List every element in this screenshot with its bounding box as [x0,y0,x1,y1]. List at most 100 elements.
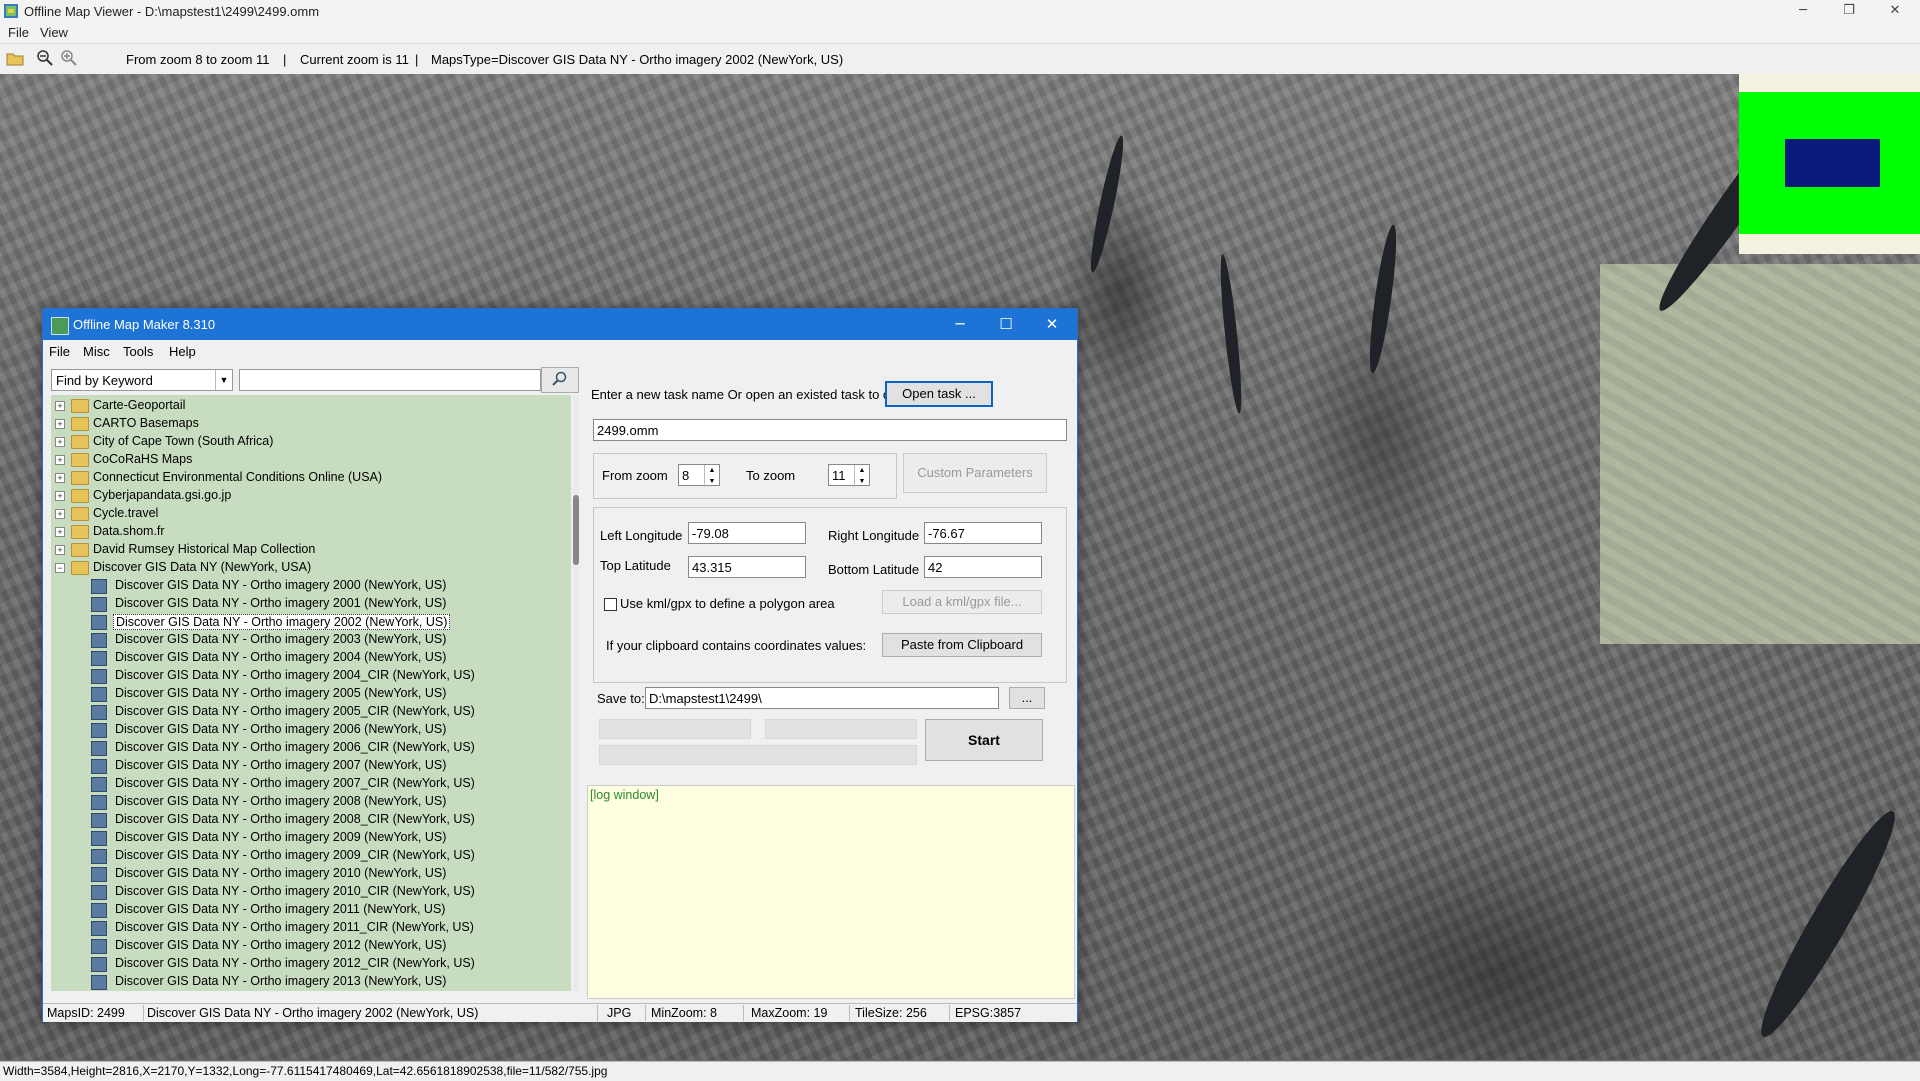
tree-scrollbar[interactable] [573,395,579,991]
tree-map-item[interactable]: Discover GIS Data NY - Ortho imagery 200… [53,811,563,829]
tree-map-item[interactable]: Discover GIS Data NY - Ortho imagery 201… [53,937,563,955]
dialog-menu-misc[interactable]: Misc [83,344,110,359]
viewer-toolbar: From zoom 8 to zoom 11 | Current zoom is… [0,43,1920,75]
zoom-out-icon[interactable] [36,49,54,67]
tree-map-item[interactable]: Discover GIS Data NY - Ortho imagery 201… [53,973,563,991]
minimize-button[interactable]: ─ [1780,0,1826,23]
from-zoom-stepper[interactable]: 8 ▲ ▼ [678,464,720,487]
task-name-input[interactable]: 2499.omm [593,419,1067,441]
load-kml-button[interactable]: Load a kml/gpx file... [882,590,1042,614]
tree-map-item[interactable]: Discover GIS Data NY - Ortho imagery 200… [53,829,563,847]
tree-map-item[interactable]: Discover GIS Data NY - Ortho imagery 200… [53,721,563,739]
bottom-latitude-input[interactable]: 42 [924,556,1042,578]
tree-map-item[interactable]: Discover GIS Data NY - Ortho imagery 200… [53,793,563,811]
expand-icon[interactable]: + [55,527,65,537]
map-source-icon [91,705,107,720]
tree-folder[interactable]: + City of Cape Town (South Africa) [53,433,563,451]
tree-map-item[interactable]: Discover GIS Data NY - Ortho imagery 200… [53,595,563,613]
progress-bar-1 [599,719,751,739]
to-zoom-label: To zoom [746,468,796,483]
expand-icon[interactable]: + [55,401,65,411]
menu-view[interactable]: View [40,25,68,40]
tree-map-item[interactable]: Discover GIS Data NY - Ortho imagery 201… [53,901,563,919]
browse-button[interactable]: ... [1009,687,1045,709]
dialog-menu-tools[interactable]: Tools [123,344,153,359]
expand-icon[interactable]: + [55,473,65,483]
tree-folder[interactable]: + Data.shom.fr [53,523,563,541]
tree-map-item[interactable]: Discover GIS Data NY - Ortho imagery 200… [53,739,563,757]
right-longitude-input[interactable]: -76.67 [924,522,1042,544]
tree-map-item[interactable]: Discover GIS Data NY - Ortho imagery 201… [53,865,563,883]
dialog-menu-help[interactable]: Help [169,344,196,359]
to-zoom-stepper[interactable]: 11 ▲ ▼ [828,464,870,487]
zoom-in-icon[interactable] [60,49,78,67]
map-source-icon [91,759,107,774]
paste-clipboard-button[interactable]: Paste from Clipboard [882,633,1042,657]
maps-tree[interactable]: + Carte-Geoportail + CARTO Basemaps + City of… [51,395,571,991]
menu-file[interactable]: File [8,25,29,40]
open-folder-icon[interactable] [6,49,24,67]
tree-folder[interactable]: + Cyberjapandata.gsi.go.jp [53,487,563,505]
minimap-viewport[interactable] [1785,139,1880,187]
folder-icon [71,507,89,521]
tree-map-item[interactable]: Discover GIS Data NY - Ortho imagery 200… [53,685,563,703]
search-mode-select[interactable]: Find by Keyword ▼ [51,369,233,391]
folder-icon [71,525,89,539]
log-window[interactable]: [log window] [587,785,1075,999]
tree-map-item[interactable]: Discover GIS Data NY - Ortho imagery 200… [53,703,563,721]
tree-map-item[interactable]: Discover GIS Data NY - Ortho imagery 201… [53,919,563,937]
tree-folder[interactable]: + Connecticut Environmental Conditions On… [53,469,563,487]
dialog-menu-file[interactable]: File [49,344,70,359]
tree-folder[interactable]: + Carte-Geoportail [53,397,563,415]
tree-map-item[interactable]: Discover GIS Data NY - Ortho imagery 201… [53,955,563,973]
stepper-arrows-icon[interactable]: ▲ ▼ [854,465,869,487]
tree-map-label: Discover GIS Data NY - Ortho imagery 201… [115,920,474,934]
stepper-arrows-icon[interactable]: ▲ ▼ [704,465,719,487]
keyword-search-input[interactable] [239,369,541,391]
tree-map-label: Discover GIS Data NY - Ortho imagery 200… [113,614,451,630]
tree-map-item[interactable]: Discover GIS Data NY - Ortho imagery 200… [53,631,563,649]
expand-icon[interactable]: + [55,455,65,465]
dialog-close-button[interactable]: ✕ [1029,309,1075,340]
separator [597,1005,598,1021]
tree-map-item[interactable]: Discover GIS Data NY - Ortho imagery 201… [53,883,563,901]
expand-icon[interactable]: + [55,509,65,519]
zoom-range-text: From zoom 8 to zoom 11 [126,52,270,67]
expand-icon[interactable]: + [55,491,65,501]
left-longitude-input[interactable]: -79.08 [688,522,806,544]
expand-icon[interactable]: + [55,545,65,555]
expand-icon[interactable]: + [55,419,65,429]
scrollbar-thumb[interactable] [573,495,579,565]
tree-map-item[interactable]: Discover GIS Data NY - Ortho imagery 200… [53,847,563,865]
dialog-maximize-button[interactable]: ☐ [983,309,1029,340]
collapse-icon[interactable]: − [55,563,65,573]
maximize-button[interactable]: ❐ [1826,0,1872,23]
overview-minimap[interactable] [1739,74,1920,254]
close-button[interactable]: ✕ [1872,0,1918,23]
tree-folder[interactable]: + Cycle.travel [53,505,563,523]
kml-checkbox[interactable] [604,598,617,611]
tree-folder[interactable]: + CoCoRaHS Maps [53,451,563,469]
top-latitude-input[interactable]: 43.315 [688,556,806,578]
tree-folder-expanded[interactable]: − Discover GIS Data NY (NewYork, USA) [53,559,563,577]
map-source-icon [91,777,107,792]
chevron-down-icon[interactable]: ▼ [215,370,232,390]
open-task-button[interactable]: Open task ... [885,381,993,407]
tree-map-item[interactable]: Discover GIS Data NY - Ortho imagery 200… [53,775,563,793]
tree-map-item[interactable]: Discover GIS Data NY - Ortho imagery 200… [53,667,563,685]
map-source-icon [91,939,107,954]
tree-map-item[interactable]: Discover GIS Data NY - Ortho imagery 200… [53,649,563,667]
tree-map-label: Discover GIS Data NY - Ortho imagery 200… [115,632,447,646]
expand-icon[interactable]: + [55,437,65,447]
start-button[interactable]: Start [925,719,1043,761]
dialog-minimize-button[interactable]: ─ [937,309,983,340]
tree-map-label: Discover GIS Data NY - Ortho imagery 200… [115,758,447,772]
save-to-input[interactable]: D:\mapstest1\2499\ [645,687,999,709]
tree-folder[interactable]: + David Rumsey Historical Map Collection [53,541,563,559]
tree-map-item[interactable]: Discover GIS Data NY - Ortho imagery 200… [53,577,563,595]
tree-map-item[interactable]: Discover GIS Data NY - Ortho imagery 200… [53,613,563,631]
custom-parameters-button[interactable]: Custom Parameters [903,453,1047,493]
search-button[interactable] [541,367,579,393]
tree-folder[interactable]: + CARTO Basemaps [53,415,563,433]
tree-map-item[interactable]: Discover GIS Data NY - Ortho imagery 200… [53,757,563,775]
